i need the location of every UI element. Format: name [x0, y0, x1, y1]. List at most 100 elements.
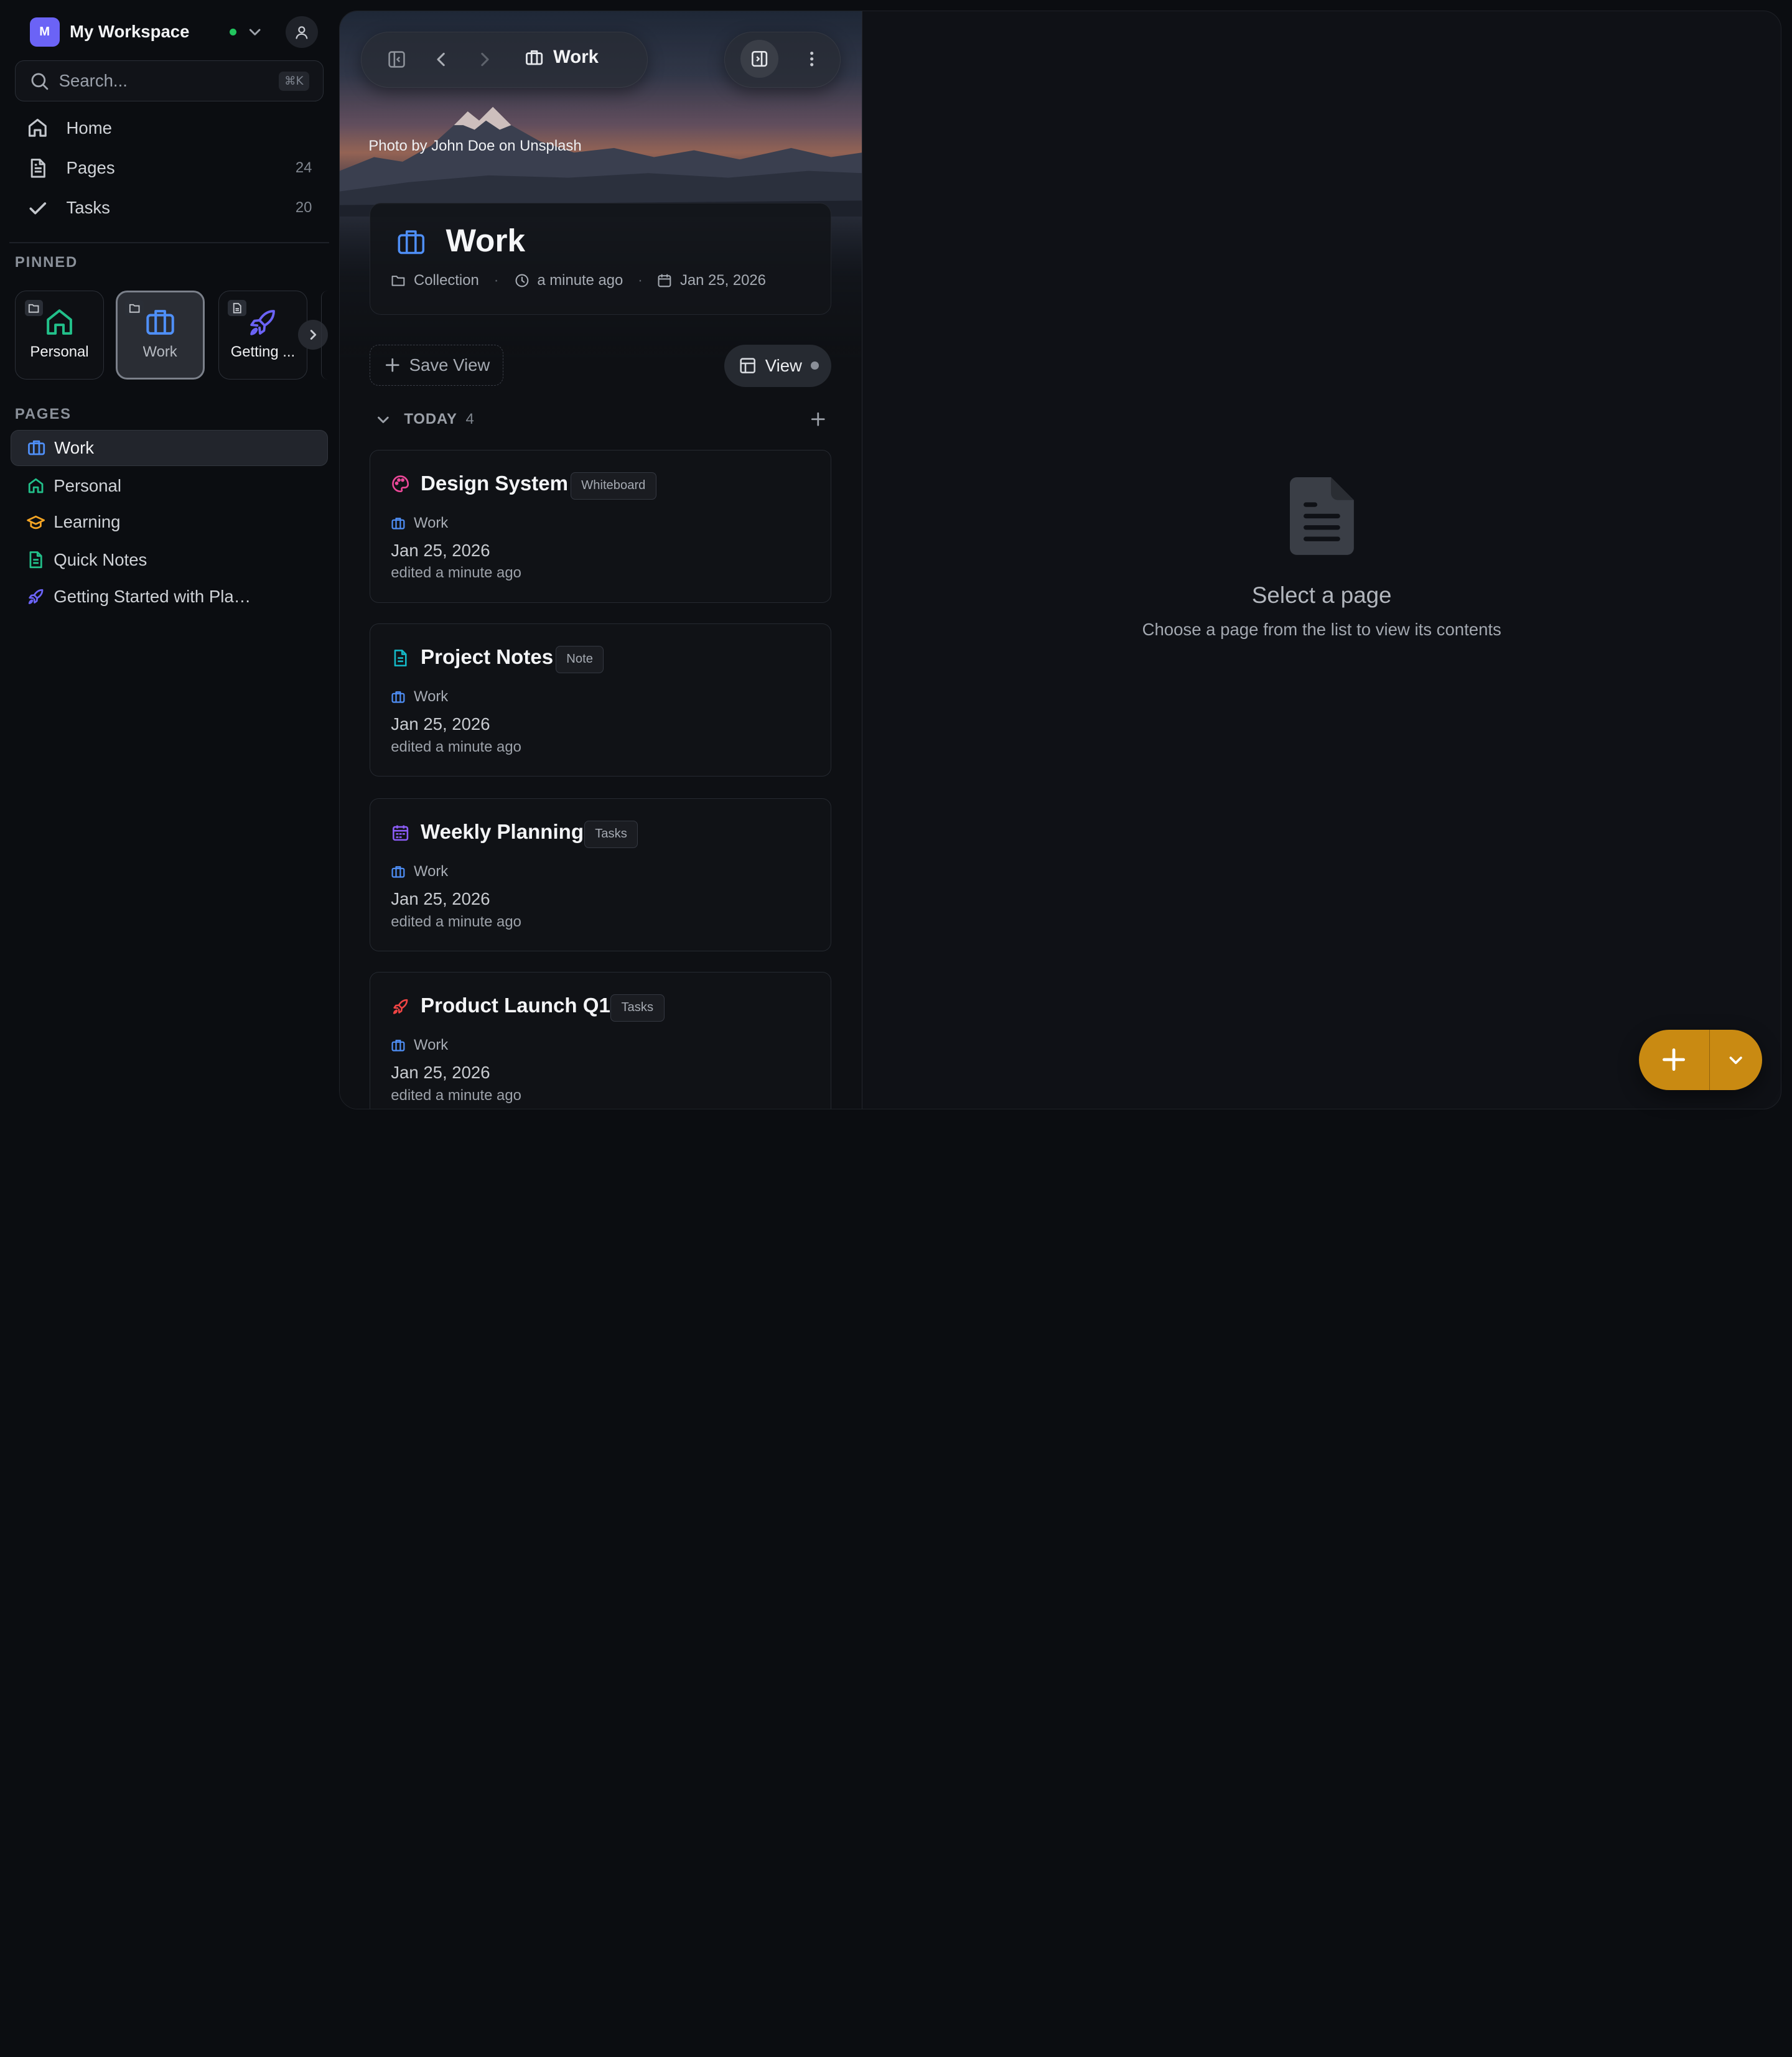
header-title[interactable]: Work: [525, 47, 599, 68]
page-card-date: Jan 25, 2026: [391, 1063, 490, 1083]
nav-tasks[interactable]: Tasks 20: [25, 191, 315, 225]
page-item-work[interactable]: Work: [10, 429, 329, 467]
page-icon: [25, 156, 50, 180]
page-card-title: Design System: [421, 472, 568, 495]
note-icon: [29, 551, 42, 569]
pinned-item-getting-started[interactable]: Getting ...: [218, 290, 308, 380]
view-options-label: View: [765, 355, 802, 375]
empty-state-title: Select a page: [1251, 582, 1392, 608]
header-title-text: Work: [553, 47, 599, 68]
page-card-collection: Work: [391, 863, 448, 880]
app-window: M My Workspace ⌘K Home Pages 24 Tasks 20: [0, 0, 1792, 1120]
back-icon[interactable]: [431, 49, 452, 70]
more-options-button[interactable]: [793, 40, 831, 78]
page-card[interactable]: Product Launch Q1 Tasks Work Jan 25, 202…: [370, 972, 832, 1109]
page-card-title: Project Notes: [421, 645, 554, 669]
collection-title[interactable]: Work: [446, 222, 525, 259]
toggle-sidebar-icon[interactable]: [386, 49, 407, 70]
workspace-logo[interactable]: M: [29, 17, 60, 47]
add-to-group-icon[interactable]: [810, 411, 827, 428]
briefcase-icon[interactable]: [396, 226, 427, 258]
page-card[interactable]: Design System Whiteboard Work Jan 25, 20…: [370, 449, 832, 603]
page-item-label: Learning: [54, 512, 121, 532]
pinned-section-label: PINNED: [14, 253, 78, 271]
toggle-detail-panel-button[interactable]: [740, 40, 778, 78]
page-item-getting-started[interactable]: Getting Started with Pla…: [11, 578, 329, 615]
nav-home[interactable]: Home: [25, 111, 315, 145]
pinned-item-label: Work: [142, 343, 177, 361]
check-icon: [25, 195, 50, 220]
page-type-badge: Whiteboard: [570, 472, 656, 500]
save-view-label: Save View: [409, 355, 490, 375]
nav-tasks-label: Tasks: [66, 198, 110, 218]
briefcase-icon: [391, 1040, 405, 1052]
search-bar[interactable]: ⌘K: [14, 60, 324, 102]
document-icon: [228, 300, 246, 316]
nav-pages[interactable]: Pages 24: [25, 151, 315, 185]
collection-type: Collection: [391, 272, 479, 289]
more-vertical-icon: [810, 51, 814, 67]
sync-status-dot: [230, 28, 237, 35]
rocket-icon: [250, 309, 275, 335]
nav-tasks-count: 20: [295, 199, 312, 217]
nav-home-label: Home: [66, 118, 112, 138]
page-type-badge: Tasks: [610, 994, 665, 1022]
chevron-down-icon[interactable]: [246, 23, 264, 41]
group-header-today: TODAY 4: [370, 408, 831, 432]
home-icon: [47, 309, 72, 335]
user-menu-button[interactable]: [286, 16, 318, 49]
collection-list-pane: Photo by John Doe on Unsplash Work Work …: [340, 11, 862, 1109]
rocket-icon: [29, 589, 44, 605]
page-item-label: Work: [54, 437, 95, 457]
collection-date-label: Jan 25, 2026: [679, 272, 766, 289]
header-actions-pill: [724, 31, 841, 88]
view-options-button[interactable]: View: [724, 344, 832, 387]
search-input[interactable]: [58, 71, 265, 91]
page-item-quick-notes[interactable]: Quick Notes: [11, 542, 329, 579]
save-view-button[interactable]: Save View: [370, 344, 504, 386]
pinned-item-label: Getting ...: [230, 343, 296, 360]
page-card-collection: Work: [391, 515, 448, 532]
create-new-button[interactable]: [1639, 1029, 1710, 1091]
chevron-down-icon[interactable]: [375, 412, 391, 428]
page-card-edited: edited a minute ago: [391, 738, 521, 755]
workspace-name[interactable]: My Workspace: [70, 22, 189, 42]
pinned-item-personal[interactable]: Personal: [14, 290, 105, 380]
graduation-cap-icon: [27, 515, 45, 529]
briefcase-icon: [146, 309, 174, 335]
workspace-switcher[interactable]: M My Workspace: [29, 16, 320, 49]
pinned-item-work[interactable]: Work: [115, 290, 205, 380]
main-panel: Photo by John Doe on Unsplash Work Work …: [339, 10, 1782, 1110]
home-icon: [29, 478, 44, 493]
photo-credit[interactable]: Photo by John Doe on Unsplash: [368, 138, 581, 155]
page-card-date: Jan 25, 2026: [391, 714, 490, 734]
page-item-learning[interactable]: Learning: [11, 504, 329, 541]
side-panel-icon: [752, 51, 768, 67]
page-card[interactable]: Project Notes Note Work Jan 25, 2026 edi…: [370, 623, 832, 777]
header-navigation-pill: Work: [360, 31, 648, 88]
page-type-badge: Note: [555, 645, 604, 673]
calendar-icon: [658, 274, 671, 287]
create-options-button[interactable]: [1710, 1030, 1762, 1090]
briefcase-icon: [391, 866, 405, 878]
sidebar-divider: [9, 242, 329, 244]
group-label[interactable]: TODAY: [404, 411, 457, 428]
nav-pages-label: Pages: [66, 157, 115, 177]
nav-pages-count: 24: [295, 159, 312, 176]
layout-icon: [740, 358, 756, 374]
page-card-edited: edited a minute ago: [391, 1086, 521, 1104]
page-card-date: Jan 25, 2026: [391, 540, 490, 560]
page-item-personal[interactable]: Personal: [11, 467, 329, 504]
collection-type-label: Collection: [414, 272, 479, 289]
palette-icon: [392, 475, 409, 493]
page-card-collection-label: Work: [414, 688, 449, 705]
search-icon: [31, 73, 49, 90]
user-icon: [296, 26, 308, 39]
search-shortcut-hint: ⌘K: [279, 71, 309, 91]
forward-icon[interactable]: [474, 49, 495, 70]
page-card[interactable]: Weekly Planning Tasks Work Jan 25, 2026 …: [370, 798, 832, 952]
document-icon: [1289, 477, 1354, 555]
page-card-collection: Work: [391, 1037, 448, 1054]
create-button-group: [1638, 1029, 1763, 1091]
folder-icon: [391, 276, 405, 286]
